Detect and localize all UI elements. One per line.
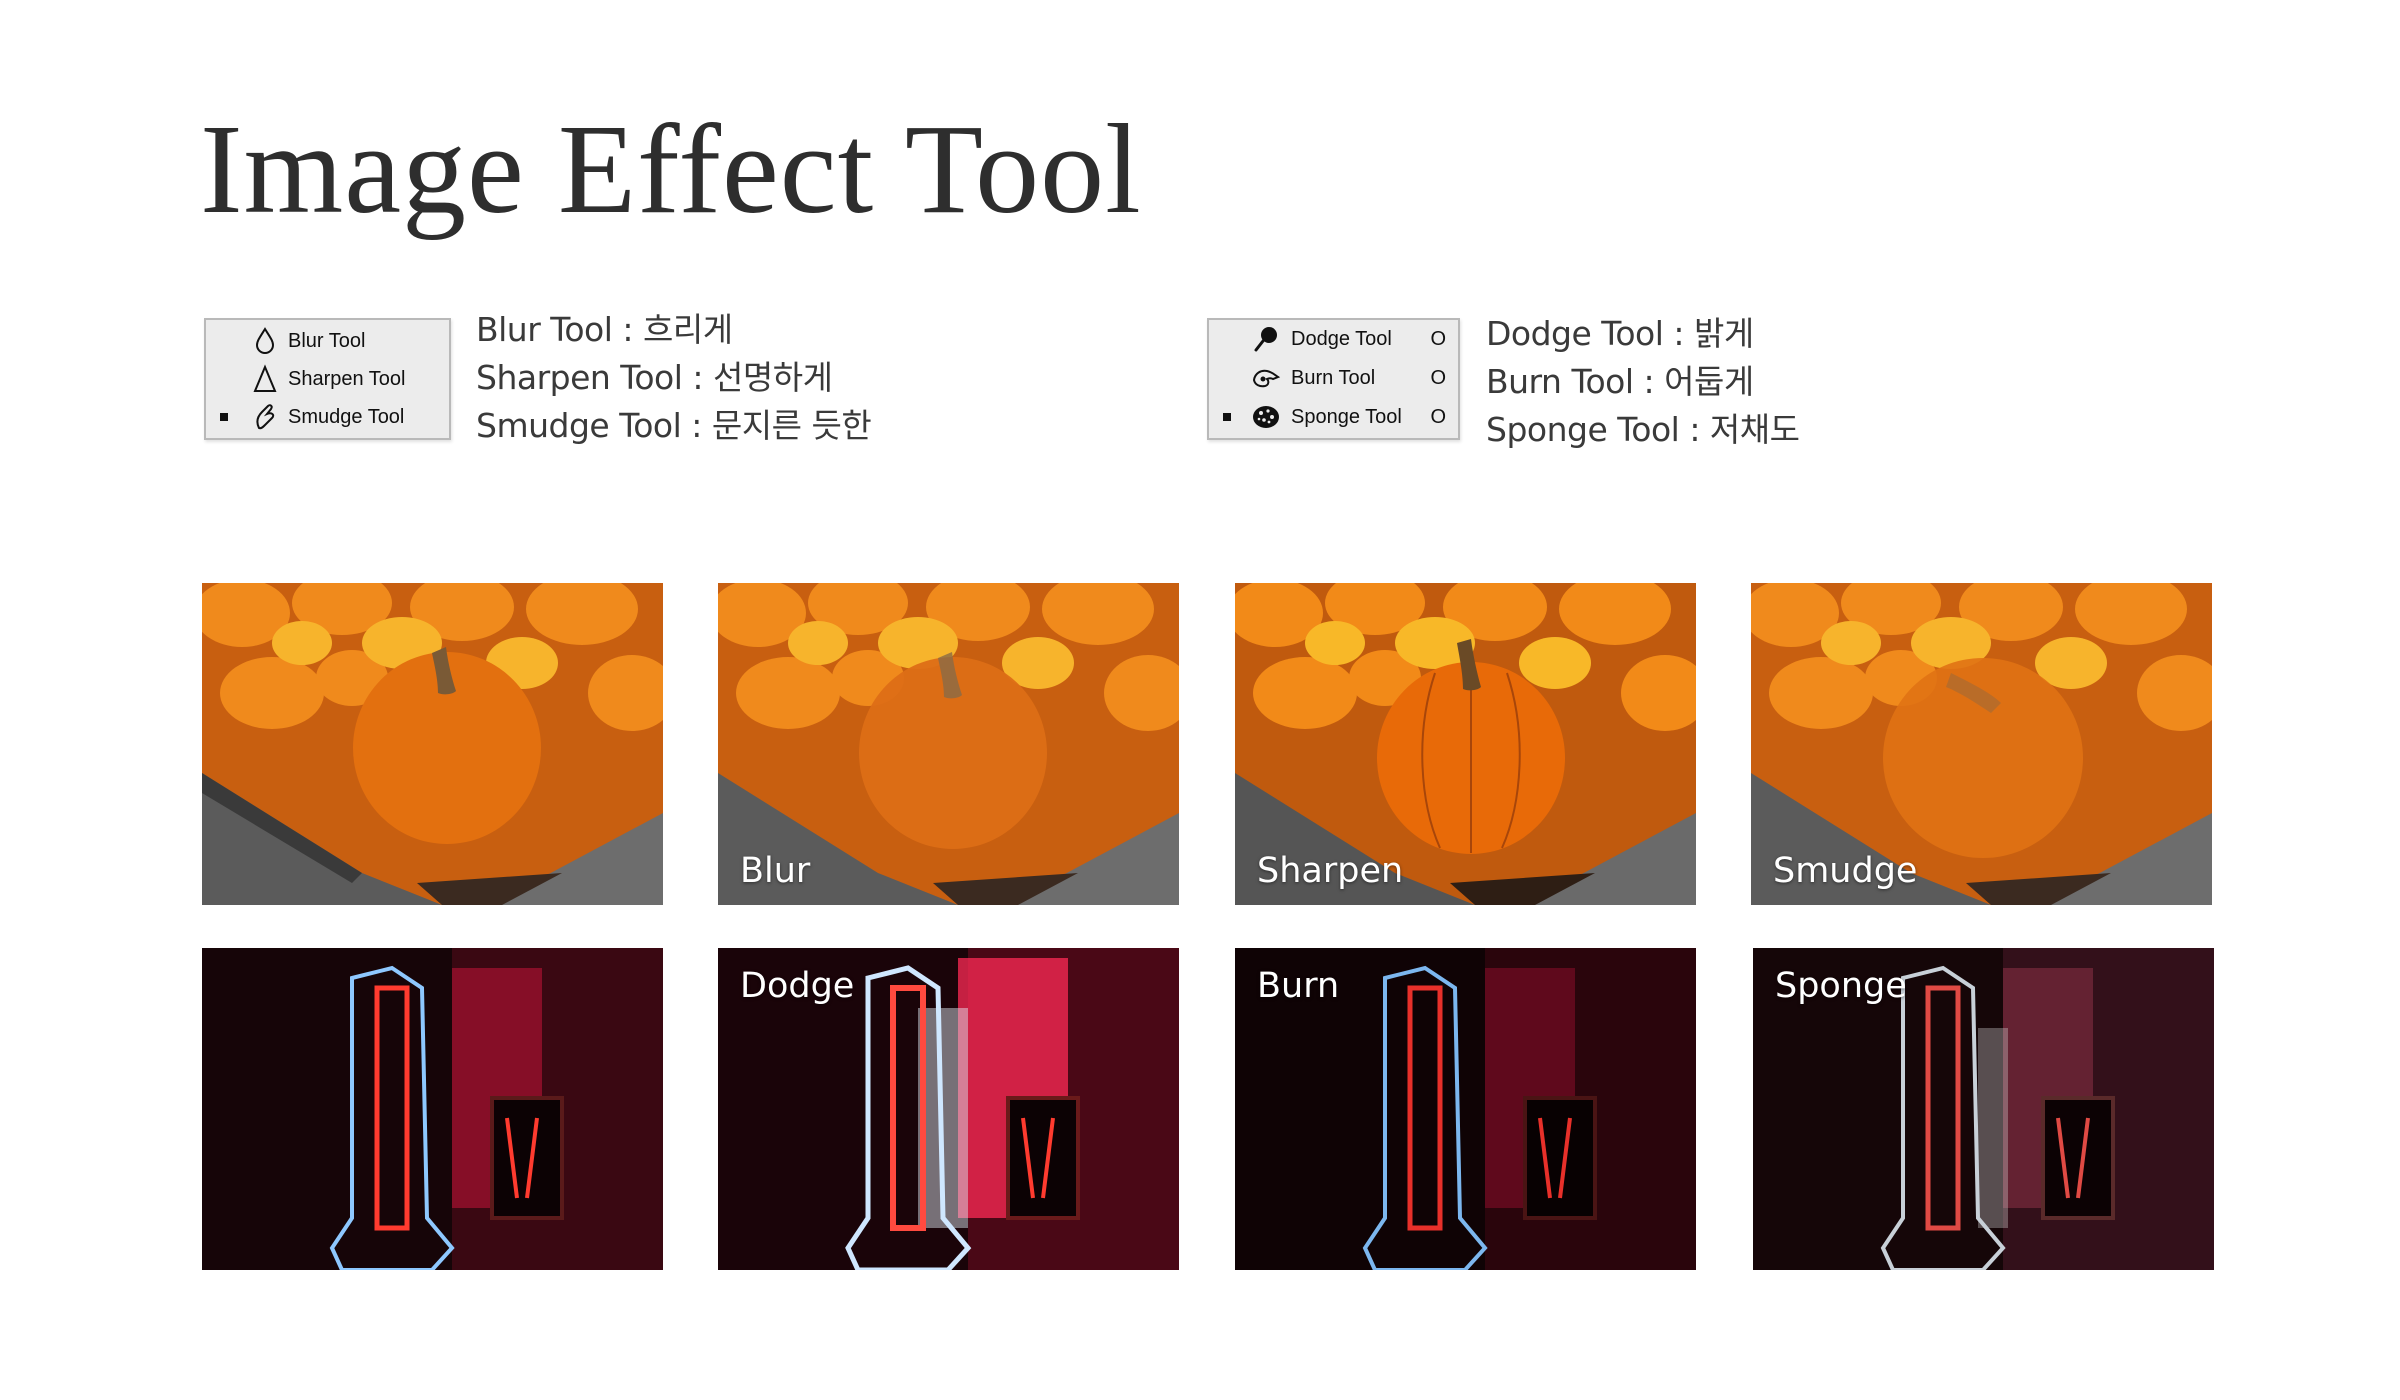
dodge-icon bbox=[1251, 324, 1281, 354]
sharpen-tool-description: Sharpen Tool : 선명하게 bbox=[476, 358, 833, 397]
photo-caption: Sharpen bbox=[1257, 851, 1404, 891]
blur-tool-label: Blur Tool bbox=[288, 329, 366, 352]
burn-tool-shortcut: O bbox=[1430, 366, 1446, 389]
photo-caption: Sponge bbox=[1775, 966, 1907, 1006]
burn-hand-icon bbox=[1251, 363, 1281, 393]
active-tool-marker bbox=[220, 413, 228, 421]
pumpkin-photo-original bbox=[202, 583, 663, 905]
smudge-tool-description: Smudge Tool : 문지른 듯한 bbox=[476, 406, 872, 445]
sponge-tool-row[interactable]: Sponge Tool O bbox=[1209, 398, 1458, 436]
sharpen-tool-row[interactable]: Sharpen Tool bbox=[206, 360, 449, 398]
dodge-tool-row[interactable]: Dodge Tool O bbox=[1209, 320, 1458, 358]
smudge-tool-row[interactable]: Smudge Tool bbox=[206, 398, 449, 436]
active-tool-marker bbox=[1223, 413, 1231, 421]
photo-caption: Blur bbox=[740, 851, 811, 891]
burn-tool-label: Burn Tool bbox=[1291, 366, 1376, 389]
neon-photo-burn: Burn bbox=[1235, 948, 1696, 1270]
dodge-tool-shortcut: O bbox=[1430, 327, 1446, 350]
sponge-tool-label: Sponge Tool bbox=[1291, 405, 1402, 428]
burn-tool-row[interactable]: Burn Tool O bbox=[1209, 359, 1458, 397]
pumpkin-photo-blur: Blur bbox=[718, 583, 1179, 905]
drop-icon bbox=[250, 326, 280, 356]
photo-caption: Smudge bbox=[1773, 851, 1918, 891]
finger-icon bbox=[250, 402, 280, 432]
blur-tools-descriptions: Blur Tool : 흐리게 Sharpen Tool : 선명하게 Smud… bbox=[476, 306, 872, 450]
sharpen-tool-label: Sharpen Tool bbox=[288, 367, 406, 390]
blur-tool-row[interactable]: Blur Tool bbox=[206, 322, 449, 360]
dodge-tools-descriptions: Dodge Tool : 밝게 Burn Tool : 어둡게 Sponge T… bbox=[1486, 310, 1800, 454]
pumpkin-image bbox=[202, 583, 663, 905]
blur-tools-panel: Blur Tool Sharpen Tool Smudge Tool bbox=[204, 318, 451, 440]
sponge-icon bbox=[1251, 402, 1281, 432]
dodge-tool-label: Dodge Tool bbox=[1291, 327, 1392, 350]
pumpkin-photo-sharpen: Sharpen bbox=[1235, 583, 1696, 905]
blur-tool-description: Blur Tool : 흐리게 bbox=[476, 310, 733, 349]
pumpkin-photo-smudge: Smudge bbox=[1751, 583, 2212, 905]
neon-photo-sponge: Sponge bbox=[1753, 948, 2214, 1270]
neon-photo-original bbox=[202, 948, 663, 1270]
dodge-tools-panel: Dodge Tool O Burn Tool O Sponge Tool O bbox=[1207, 318, 1460, 440]
sponge-tool-description: Sponge Tool : 저채도 bbox=[1486, 410, 1800, 449]
sponge-tool-shortcut: O bbox=[1430, 405, 1446, 428]
burn-tool-description: Burn Tool : 어둡게 bbox=[1486, 362, 1754, 401]
page-title: Image Effect Tool bbox=[200, 98, 1142, 240]
photo-caption: Burn bbox=[1257, 966, 1340, 1006]
triangle-icon bbox=[250, 364, 280, 394]
dodge-tool-description: Dodge Tool : 밝게 bbox=[1486, 314, 1754, 353]
smudge-tool-label: Smudge Tool bbox=[288, 405, 405, 428]
neon-sign-image bbox=[202, 948, 663, 1270]
neon-photo-dodge: Dodge bbox=[718, 948, 1179, 1270]
photo-caption: Dodge bbox=[740, 966, 855, 1006]
